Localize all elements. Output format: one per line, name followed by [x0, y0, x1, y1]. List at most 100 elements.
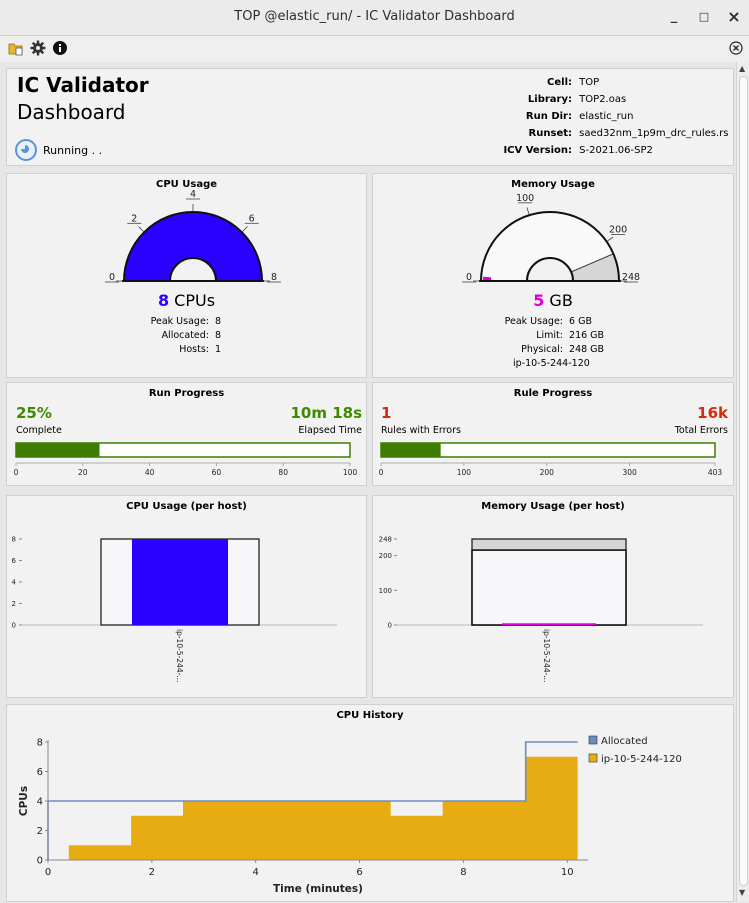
memory-usage-panel: Memory Usage 0 100 200 248 5 GB Peak Usage:…: [372, 173, 734, 378]
memory-amount-unit: GB: [549, 291, 573, 310]
close-button[interactable]: ×: [725, 8, 743, 26]
host-label: ip-10-5-244-...: [175, 629, 184, 682]
rules-with-errors-value: 1: [381, 404, 392, 422]
x-tick-label: 2: [149, 867, 155, 878]
memory-host: ip-10-5-244-120: [513, 358, 590, 369]
x-tick-label: 6: [356, 867, 362, 878]
info-value: S-2021.06-SP2: [576, 145, 653, 156]
stat-key: Peak Usage:: [504, 316, 563, 327]
run-progress-panel: Run Progress 25% 10m 18s Complete Elapse…: [6, 382, 367, 486]
legend-label: Allocated: [601, 736, 648, 747]
minimize-button[interactable]: _: [665, 8, 683, 26]
y-tick-label: 8: [37, 738, 43, 749]
gear-icon[interactable]: [30, 40, 46, 56]
gauge-tick: [242, 226, 248, 232]
gauge-tick-label: 100: [516, 193, 534, 204]
progress-tick-label: 80: [278, 468, 288, 477]
y-tick-label: 8: [12, 536, 16, 544]
gauge-tick: [526, 207, 530, 215]
progress-tick-label: 200: [540, 468, 555, 477]
info-key: ICV Version:: [503, 145, 572, 156]
vertical-scrollbar[interactable]: ▲ ▼: [736, 62, 749, 902]
stat-row: Physical: 248 GB: [493, 343, 604, 357]
limit-bar: [471, 549, 627, 626]
stat-value: 216 GB: [566, 330, 605, 341]
memory-amount-value: 5: [533, 291, 545, 310]
stat-key: Hosts:: [179, 344, 209, 355]
cpu-count-unit: CPUs: [174, 291, 216, 310]
cpu-history-chart: 0 2 4 6 8 10 0 2 4 6 8 Time (minutes) CPUs Allocated i…: [18, 735, 682, 895]
gauge-tick-label: 8: [271, 272, 277, 283]
info-row: Runset: saed32nm_1p9m_drc_rules.rs: [477, 128, 729, 139]
gauge-tick-label: 200: [609, 225, 627, 236]
maximize-button[interactable]: □: [695, 8, 713, 26]
total-errors-value: 16k: [697, 404, 728, 422]
stat-value: 8: [212, 330, 222, 341]
stat-key: Physical:: [521, 344, 563, 355]
progress-tick-label: 100: [457, 468, 472, 477]
cpu-stats: Peak Usage: 8 Allocated: 8 Hosts: 1: [127, 315, 221, 357]
total-errors-label: Total Errors: [674, 425, 728, 436]
gauge-tick: [138, 226, 144, 232]
scroll-up-icon[interactable]: ▲: [739, 64, 745, 73]
progress-tick-label: 0: [379, 468, 384, 477]
progress-fill: [381, 443, 441, 457]
running-spinner-icon: [15, 139, 37, 161]
info-key: Library:: [527, 94, 572, 105]
gauge-tick: [607, 236, 614, 242]
app-subtitle: Dashboard: [17, 100, 126, 124]
status-text: Running . .: [43, 143, 103, 157]
progress-tick-label: 300: [622, 468, 637, 477]
gauge-tick-label: 2: [131, 213, 137, 224]
legend-swatch: [588, 735, 598, 745]
complete-label: Complete: [16, 425, 62, 436]
y-tick-label: 4: [12, 579, 17, 587]
progress-tick-label: 0: [14, 468, 19, 477]
legend-label: ip-10-5-244-120: [601, 754, 682, 765]
progress-tick-label: 100: [343, 468, 358, 477]
stat-row: Hosts: 1: [127, 343, 221, 357]
progress-tick-label: 60: [212, 468, 222, 477]
stat-row: Limit: 216 GB: [493, 329, 604, 343]
x-tick-label: 8: [460, 867, 466, 878]
y-tick-label: 100: [379, 587, 392, 595]
close-circle-icon[interactable]: [729, 41, 743, 55]
used-bar: [132, 539, 228, 625]
x-tick-label: 0: [45, 867, 51, 878]
gauge-tick-label: 0: [466, 272, 472, 283]
stat-key: Peak Usage:: [150, 316, 209, 327]
y-tick-label: 248: [379, 536, 392, 544]
scroll-down-icon[interactable]: ▼: [739, 888, 745, 897]
memory-per-host-chart: 0 100 200 248 ip-10-5-244-...: [379, 536, 703, 682]
header-panel: IC Validator Dashboard Running . . Cell:…: [6, 68, 734, 166]
y-tick-label: 200: [379, 552, 392, 560]
open-folder-icon[interactable]: [8, 40, 24, 56]
rule-progress-panel: Rule Progress 1 16k Rules with Errors To…: [372, 382, 734, 486]
cpu-per-host-panel: CPU Usage (per host) 0 2 4 6 8 ip-10-5-244-..…: [6, 495, 367, 698]
info-value: TOP: [576, 77, 600, 88]
info-value: TOP2.oas: [576, 94, 627, 105]
info-icon[interactable]: [52, 40, 68, 56]
x-tick-label: 10: [561, 867, 574, 878]
info-key: Cell:: [547, 77, 572, 88]
gauge-value-fill: [124, 212, 262, 281]
y-tick-label: 0: [388, 622, 392, 630]
stat-row: Peak Usage: 8: [127, 315, 221, 329]
rule-progress-bar: 0 100 200 300 403: [379, 442, 723, 477]
y-tick-label: 0: [37, 856, 43, 867]
elapsed-time-value: 10m 18s: [290, 404, 362, 422]
scrollbar-thumb[interactable]: [739, 76, 748, 886]
cpu-per-host-chart: 0 2 4 6 8 ip-10-5-244-...: [12, 536, 337, 682]
y-tick-label: 2: [12, 600, 16, 608]
stat-row: Allocated: 8: [127, 329, 222, 343]
used-bar: [502, 623, 596, 625]
run-percent-value: 25%: [16, 404, 52, 422]
y-tick-label: 0: [12, 622, 16, 630]
info-value: elastic_run: [576, 111, 634, 122]
run-progress-title: Run Progress: [148, 388, 225, 399]
info-key: Runset:: [528, 128, 572, 139]
progress-fill: [16, 443, 100, 457]
cpu-usage-panel: CPU Usage 02468 8 CPUs Peak Usage: 8 Allo…: [6, 173, 367, 378]
progress-tick-label: 403: [708, 468, 723, 477]
progress-tick-label: 40: [145, 468, 155, 477]
